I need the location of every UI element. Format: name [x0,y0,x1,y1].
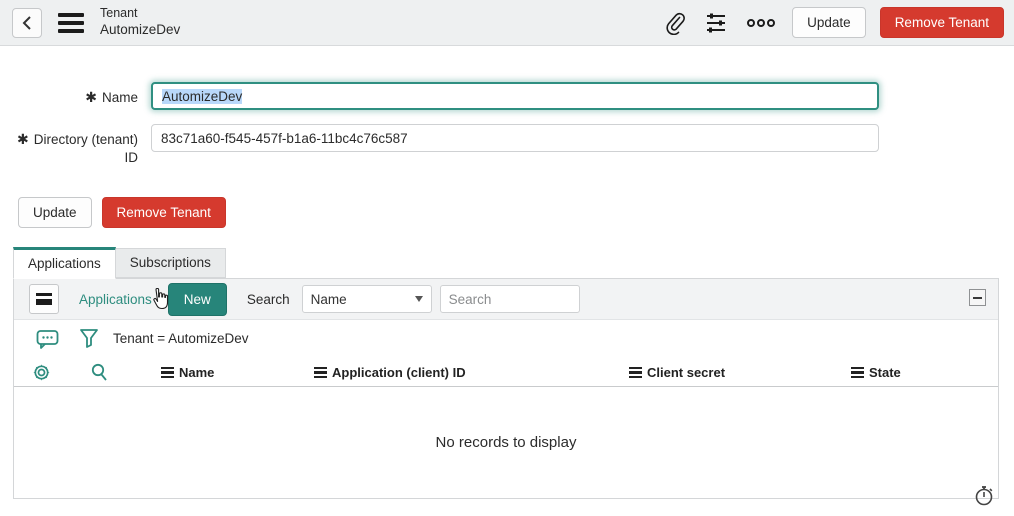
page-title-name: AutomizeDev [100,21,181,37]
grid-menu-button[interactable] [29,284,59,315]
funnel-icon [80,329,98,348]
filter-button[interactable] [77,326,101,352]
stopwatch-icon [975,486,993,506]
search-column-selected: Name [310,291,347,307]
back-button[interactable] [12,7,42,38]
grid-settings-button[interactable] [32,357,51,387]
directory-id-input[interactable] [151,124,879,152]
hamburger-icon [36,293,52,306]
tenant-page: Tenant AutomizeDev Update Remove Tenant … [0,0,1014,516]
timer-button[interactable] [972,482,996,509]
directory-id-label: ✱ Directory (tenant) ID [16,131,138,166]
search-column-select[interactable]: Name [301,285,432,314]
empty-state-text: No records to display [435,433,577,451]
grid-title: Applications [79,291,152,307]
column-header-application-id[interactable]: Application (client) ID [314,357,466,387]
search-icon [91,363,107,381]
collapse-grid-button[interactable] [969,289,986,307]
search-label: Search [246,291,290,307]
active-filter-text: Tenant = AutomizeDev [113,331,249,347]
column-header-client-secret[interactable]: Client secret [629,357,725,387]
column-header-state[interactable]: State [851,357,901,387]
filter-row: Tenant = AutomizeDev [14,320,998,357]
minus-icon [973,296,982,299]
applications-grid: Applications New Search Name Search Tena… [13,278,999,500]
search-input[interactable] [439,285,580,314]
name-input[interactable]: AutomizeDev [151,82,879,110]
menu-icon[interactable] [58,12,84,33]
column-menu-icon [629,366,642,378]
chevron-down-icon [414,296,423,303]
tab-subscriptions[interactable]: Subscriptions [115,248,226,279]
more-options-button[interactable] [744,16,778,30]
gear-icon [33,364,50,381]
remove-tenant-button-top[interactable]: Remove Tenant [879,7,1004,38]
grid-toolbar: Applications New Search Name [14,279,998,321]
page-title-kind: Tenant [100,6,138,21]
ellipsis-icon [747,18,776,27]
settings-sliders-button[interactable] [702,9,730,37]
column-menu-icon [851,366,864,378]
column-menu-icon [161,366,174,378]
paperclip-icon [666,12,686,35]
update-button-top[interactable]: Update [792,7,866,38]
required-icon: ✱ [16,131,29,147]
remove-tenant-button[interactable]: Remove Tenant [101,197,226,229]
top-bar: Tenant AutomizeDev Update Remove Tenant [0,0,1014,46]
column-header-name[interactable]: Name [161,357,214,387]
name-label: ✱ Name [85,89,138,105]
tab-strip: Applications Subscriptions [13,247,1014,280]
chevron-left-icon [22,15,31,30]
update-button[interactable]: Update [18,197,92,229]
page-title: Tenant AutomizeDev [100,6,180,39]
tenant-form: ✱ Name AutomizeDev ✱ Directory (tenant) ID [0,82,1014,167]
tab-applications[interactable]: Applications [13,247,116,280]
attachments-button[interactable] [662,9,688,37]
comment-filter-button[interactable] [34,327,61,351]
column-menu-icon [314,366,327,378]
form-actions: Update Remove Tenant [18,197,1014,229]
speech-bubble-icon [36,330,59,349]
grid-header-row: Name Application (client) ID Client secr… [14,357,998,388]
grid-search-button[interactable] [90,357,108,387]
name-input-value: AutomizeDev [162,88,243,104]
new-application-button[interactable]: New [167,282,227,316]
sliders-icon [707,13,726,32]
required-icon: ✱ [85,89,97,105]
